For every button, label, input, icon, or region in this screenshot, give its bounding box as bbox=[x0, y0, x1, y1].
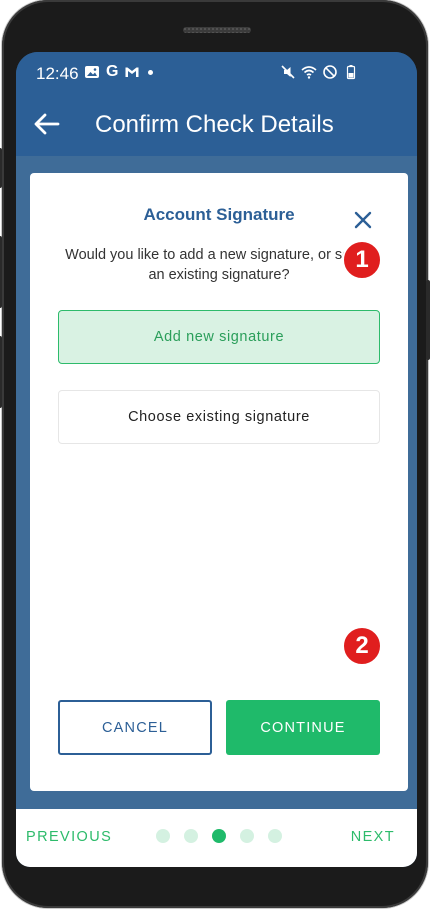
side-button bbox=[0, 336, 2, 408]
step-dot bbox=[240, 829, 254, 843]
next-button[interactable]: NEXT bbox=[351, 829, 395, 845]
right-side-button bbox=[426, 280, 430, 360]
previous-button[interactable]: PREVIOUS bbox=[26, 829, 112, 845]
do-not-disturb-icon bbox=[323, 65, 337, 79]
wifi-icon bbox=[301, 66, 317, 79]
image-icon bbox=[85, 66, 99, 78]
step-dot-active bbox=[212, 829, 226, 843]
choose-existing-signature-button[interactable]: Choose existing signature bbox=[58, 390, 380, 444]
status-right-icons bbox=[280, 64, 359, 80]
gmail-icon bbox=[125, 67, 139, 77]
dialog-message: Would you like to add a new signature, o… bbox=[65, 247, 373, 283]
volume-button bbox=[0, 148, 2, 188]
annotation-badge-2: 2 bbox=[342, 626, 382, 666]
notification-dot-icon bbox=[148, 69, 154, 75]
screen: 12:46 G Confirm Check Details Account Si… bbox=[16, 52, 417, 867]
step-indicator bbox=[156, 829, 282, 843]
step-dot bbox=[268, 829, 282, 843]
phone-frame: 12:46 G Confirm Check Details Account Si… bbox=[0, 0, 430, 908]
status-time: 12:46 bbox=[36, 64, 79, 83]
back-arrow-icon[interactable] bbox=[32, 110, 60, 138]
add-new-signature-button[interactable]: Add new signature bbox=[58, 310, 380, 364]
page-title: Confirm Check Details bbox=[95, 111, 334, 138]
mute-icon bbox=[281, 65, 295, 79]
close-icon[interactable] bbox=[352, 209, 374, 231]
battery-icon bbox=[346, 65, 356, 80]
power-button bbox=[0, 236, 2, 308]
continue-button[interactable]: CONTINUE bbox=[226, 700, 380, 755]
cancel-button[interactable]: CANCEL bbox=[58, 700, 212, 755]
earpiece-speaker bbox=[183, 27, 251, 33]
step-dot bbox=[184, 829, 198, 843]
bottom-nav: PREVIOUS NEXT bbox=[16, 809, 417, 867]
step-dot bbox=[156, 829, 170, 843]
app-header: 12:46 G Confirm Check Details bbox=[16, 52, 417, 156]
status-bar: 12:46 G bbox=[16, 52, 417, 94]
status-left-icons: G bbox=[84, 63, 154, 80]
annotation-badge-1: 1 bbox=[342, 240, 382, 280]
google-icon: G bbox=[106, 63, 119, 80]
